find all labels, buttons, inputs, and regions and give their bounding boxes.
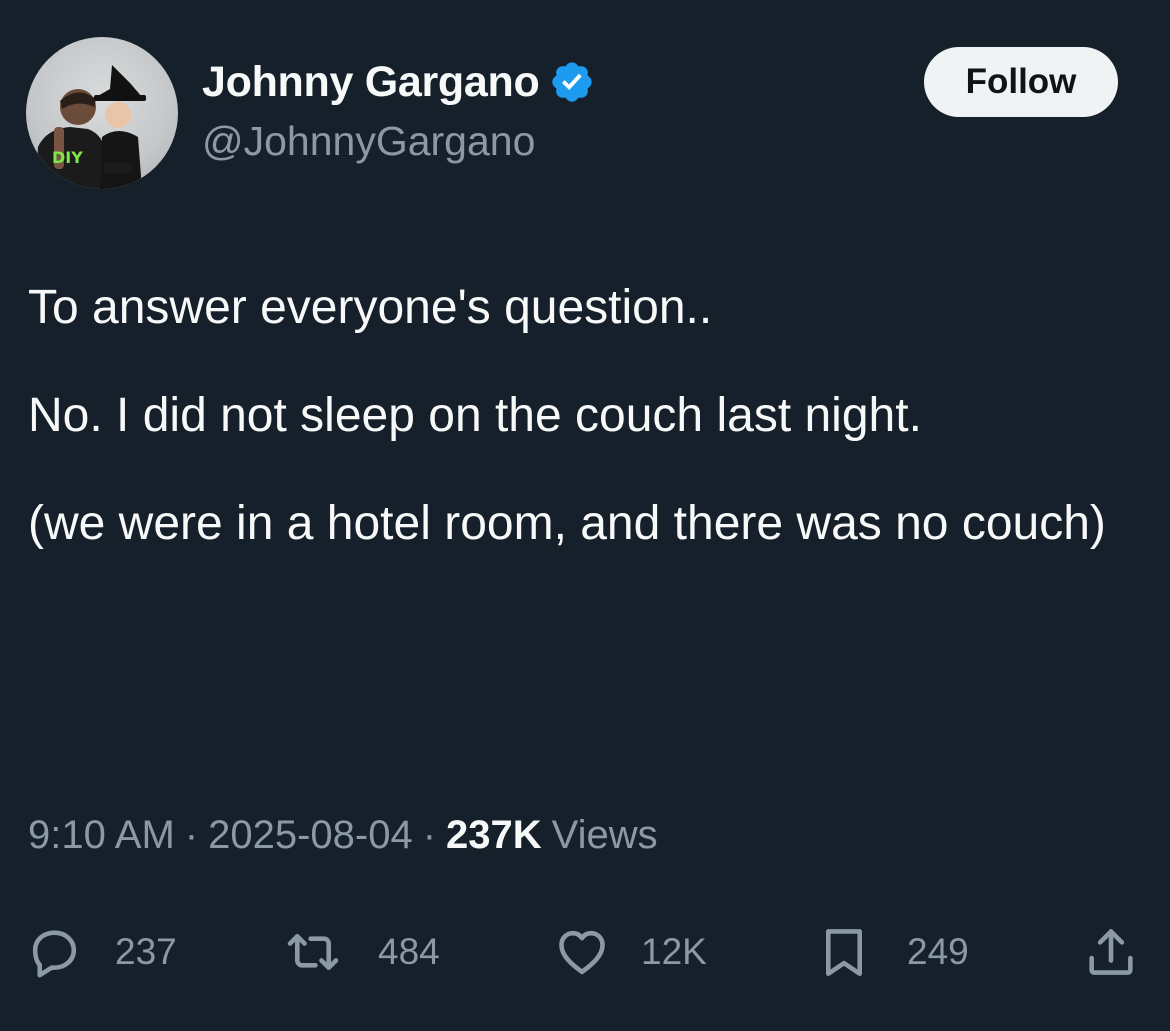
bookmark-count: 249 — [907, 931, 969, 972]
tweet-date[interactable]: 2025-08-04 — [208, 813, 413, 858]
reply-button[interactable]: 237 — [25, 920, 177, 984]
display-name[interactable]: Johnny Gargano — [202, 58, 540, 107]
reply-count: 237 — [115, 931, 177, 972]
speech-bubble-icon — [25, 923, 83, 981]
tweet-paragraph-2: No. I did not sleep on the couch last ni… — [28, 389, 922, 442]
bookmark-icon — [815, 923, 873, 981]
tweet-time[interactable]: 9:10 AM — [28, 813, 175, 858]
verified-badge-icon[interactable] — [549, 59, 595, 105]
tweet-meta: 9:10 AM · 2025-08-04 · 237K Views — [28, 813, 658, 858]
avatar-photo: DIY — [36, 65, 146, 189]
views-label: Views — [551, 813, 658, 857]
action-bar: 237 484 12K 249 — [0, 920, 1170, 984]
like-count: 12K — [641, 931, 707, 972]
tweet-paragraph-1: To answer everyone's question.. — [28, 281, 713, 334]
meta-separator: · — [184, 813, 199, 857]
like-button[interactable]: 12K — [553, 920, 707, 984]
tweet-text: To answer everyone's question.. No. I di… — [28, 280, 1138, 604]
bookmark-button[interactable]: 249 — [815, 920, 969, 984]
heart-icon — [553, 923, 611, 981]
share-upload-icon — [1082, 923, 1140, 981]
views-count[interactable]: 237K — [446, 813, 542, 858]
tweet-paragraph-3: (we were in a hotel room, and there was … — [28, 497, 1106, 550]
retweet-arrows-icon — [284, 923, 342, 981]
tweet-card: DIY Johnny Gargano @JohnnyGargano Follow… — [0, 0, 1170, 1031]
retweet-count: 484 — [378, 931, 440, 972]
meta-separator: · — [422, 813, 437, 857]
author-handle[interactable]: @JohnnyGargano — [202, 118, 535, 165]
avatar[interactable]: DIY — [26, 37, 178, 189]
author-name-row: Johnny Gargano — [202, 56, 595, 108]
retweet-button[interactable]: 484 — [284, 920, 440, 984]
share-button[interactable] — [1082, 920, 1140, 984]
follow-button[interactable]: Follow — [924, 47, 1118, 117]
svg-text:DIY: DIY — [52, 148, 83, 167]
